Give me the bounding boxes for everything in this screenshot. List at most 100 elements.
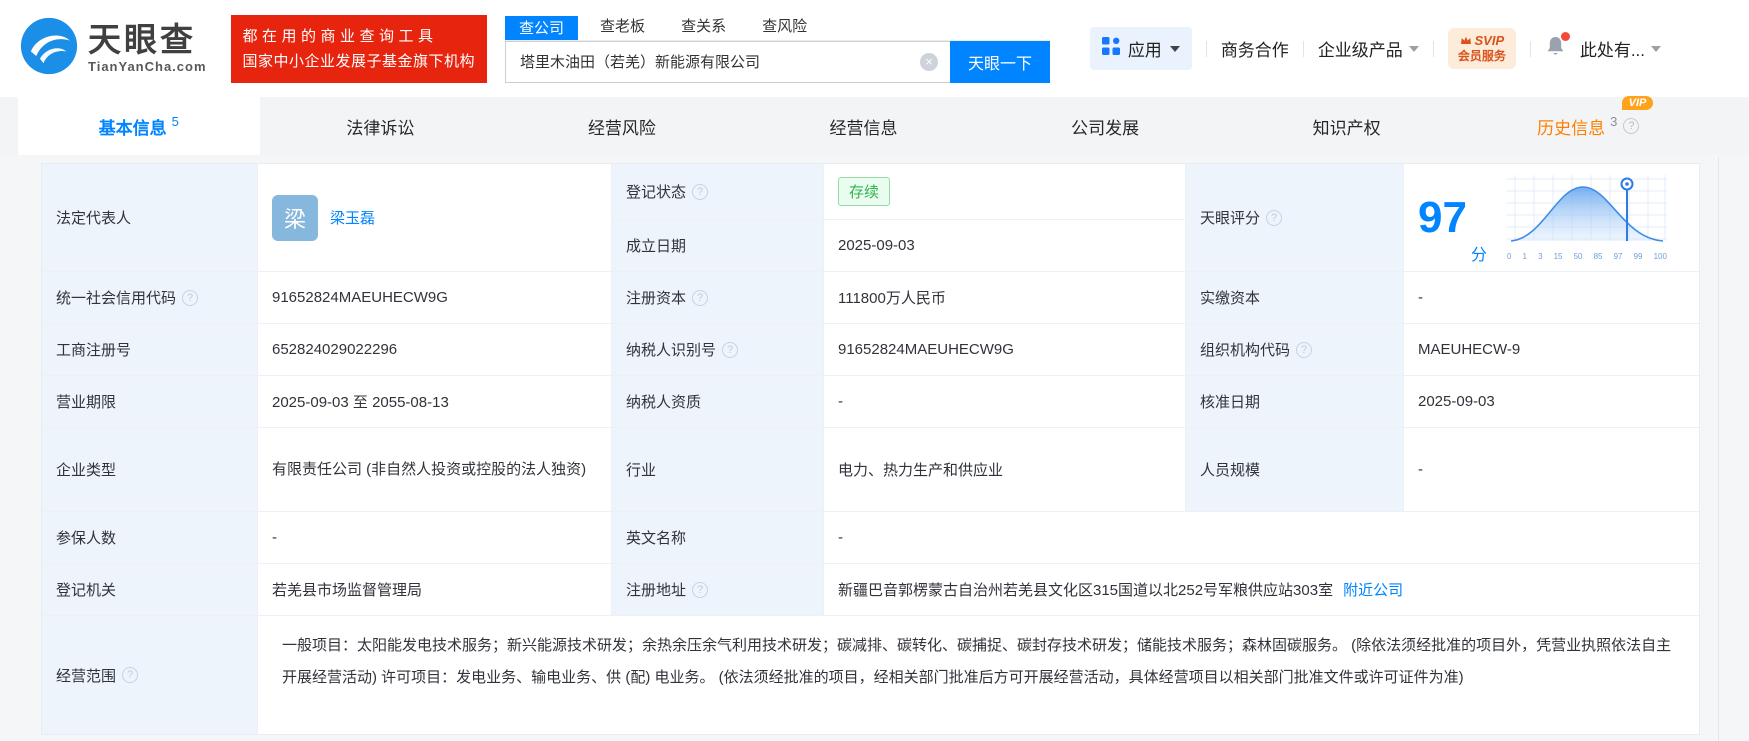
field-value-taxpayer-id: 91652824MAEUHECW9G xyxy=(824,324,1186,376)
divider xyxy=(1303,41,1304,57)
field-value-paid-capital: - xyxy=(1404,272,1699,324)
field-label-taxpayer-id: 纳税人识别号 xyxy=(612,324,824,376)
score-axis-labels: 01 315 5085 9799 100 xyxy=(1507,252,1667,261)
nav-biz-cooperation[interactable]: 商务合作 xyxy=(1221,36,1289,61)
status-badge: 存续 xyxy=(838,177,890,206)
score-number: 97 xyxy=(1418,196,1467,240)
brand-name: 天眼查 xyxy=(88,23,207,57)
tab-count: 5 xyxy=(172,114,179,129)
field-label-company-type: 企业类型 xyxy=(42,428,258,512)
field-value-business-term: 2025-09-03 至 2055-08-13 xyxy=(258,376,612,428)
score-distribution-chart: 01 315 5085 9799 100 xyxy=(1507,175,1667,261)
field-value-legal-rep: 梁 梁玉磊 xyxy=(258,164,612,272)
field-value-credit-code: 91652824MAEUHECW9G xyxy=(258,272,612,324)
field-label-reg-capital: 注册资本 xyxy=(612,272,824,324)
header-right-nav: 应用 商务合作 企业级产品 SVIP 会员服务 xyxy=(1090,27,1661,70)
score-unit: 分 xyxy=(1471,241,1487,265)
search-button[interactable]: 天眼一下 xyxy=(950,41,1050,83)
field-value-reg-capital: 111800万人民币 xyxy=(824,272,1186,324)
divider xyxy=(1433,41,1434,57)
field-value-staff-size: - xyxy=(1404,428,1699,512)
nearby-companies-link[interactable]: 附近公司 xyxy=(1343,579,1403,600)
field-value-industry: 电力、热力生产和供应业 xyxy=(824,428,1186,512)
field-label-industry: 行业 xyxy=(612,428,824,512)
field-label-business-term: 营业期限 xyxy=(42,376,258,428)
chevron-down-icon xyxy=(1409,46,1419,52)
brand-slogan-banner: 都在用的商业查询工具 国家中小企业发展子基金旗下机构 xyxy=(231,15,488,83)
field-value-reg-address: 新疆巴音郭楞蒙古自治州若羌县文化区315国道以北252号军粮供应站303室 附近… xyxy=(824,564,1699,616)
field-value-reg-authority: 若羌县市场监督管理局 xyxy=(258,564,612,616)
help-icon[interactable] xyxy=(1266,210,1282,226)
user-menu[interactable]: 此处有... xyxy=(1580,36,1661,61)
company-section-tabs: 基本信息 5 法律诉讼 经营风险 经营信息 公司发展 知识产权 VIP 历史信息… xyxy=(0,97,1749,155)
tab-history-info[interactable]: VIP 历史信息 3 xyxy=(1467,97,1709,155)
help-icon[interactable] xyxy=(1623,118,1639,134)
tab-legal-litigation[interactable]: 法律诉讼 xyxy=(260,97,502,155)
nav-enterprise-product[interactable]: 企业级产品 xyxy=(1318,36,1419,61)
field-label-org-code: 组织机构代码 xyxy=(1186,324,1404,376)
vip-tag: VIP xyxy=(1622,96,1654,110)
field-label-tyc-score: 天眼评分 xyxy=(1186,164,1404,272)
tab-operating-risk[interactable]: 经营风险 xyxy=(501,97,743,155)
slogan-line2: 国家中小企业发展子基金旗下机构 xyxy=(243,49,476,74)
field-label-english-name: 英文名称 xyxy=(612,512,824,564)
field-value-establish-date: 2025-09-03 xyxy=(824,220,1186,272)
help-icon[interactable] xyxy=(692,582,708,598)
field-label-reg-address: 注册地址 xyxy=(612,564,824,616)
apps-grid-icon xyxy=(1102,37,1120,60)
field-value-taxpayer-quality: - xyxy=(824,376,1186,428)
chevron-down-icon xyxy=(1651,46,1661,52)
slogan-line1: 都在用的商业查询工具 xyxy=(243,24,476,49)
divider xyxy=(1206,41,1207,57)
field-value-business-scope: 一般项目：太阳能发电技术服务；新兴能源技术研发；余热余压余气利用技术研发；碳减排… xyxy=(258,616,1699,734)
help-icon[interactable] xyxy=(1296,342,1312,358)
legal-rep-link[interactable]: 梁玉磊 xyxy=(330,207,375,228)
search-tab-relation[interactable]: 查关系 xyxy=(663,15,744,40)
help-icon[interactable] xyxy=(692,290,708,306)
search-tab-risk[interactable]: 查风险 xyxy=(744,15,825,40)
field-label-legal-rep: 法定代表人 xyxy=(42,164,258,272)
tianyancha-logo[interactable]: 天眼查 TianYanCha.com xyxy=(20,17,207,80)
search-tab-company[interactable]: 查公司 xyxy=(505,16,578,40)
field-label-approval-date: 核准日期 xyxy=(1186,376,1404,428)
field-value-tyc-score: 97 分 xyxy=(1404,164,1699,272)
field-label-reg-number: 工商注册号 xyxy=(42,324,258,376)
tab-basic-info[interactable]: 基本信息 5 xyxy=(18,97,260,155)
notification-dot xyxy=(1561,32,1570,41)
field-value-approval-date: 2025-09-03 xyxy=(1404,376,1699,428)
help-icon[interactable] xyxy=(182,290,198,306)
brand-domain: TianYanCha.com xyxy=(88,59,207,74)
field-value-company-type: 有限责任公司 (非自然人投资或控股的法人独资) xyxy=(258,428,612,512)
clear-input-icon[interactable] xyxy=(920,53,938,71)
tab-operating-info[interactable]: 经营信息 xyxy=(743,97,985,155)
apps-label: 应用 xyxy=(1128,36,1162,61)
divider xyxy=(1530,41,1531,57)
search-tab-boss[interactable]: 查老板 xyxy=(582,15,663,40)
tab-intellectual-property[interactable]: 知识产权 xyxy=(1226,97,1468,155)
field-label-staff-size: 人员规模 xyxy=(1186,428,1404,512)
logo-eye-icon xyxy=(20,17,78,80)
field-value-reg-status: 存续 xyxy=(824,164,1186,220)
help-icon[interactable] xyxy=(692,184,708,200)
search-area: 查公司 查老板 查关系 查风险 天眼一下 xyxy=(505,15,1050,83)
svip-member-badge[interactable]: SVIP 会员服务 xyxy=(1448,28,1516,69)
notification-bell-icon[interactable] xyxy=(1545,35,1566,62)
field-label-reg-status: 登记状态 xyxy=(612,164,824,220)
tab-company-development[interactable]: 公司发展 xyxy=(984,97,1226,155)
field-label-reg-authority: 登记机关 xyxy=(42,564,258,616)
help-icon[interactable] xyxy=(122,667,138,683)
field-label-insured-count: 参保人数 xyxy=(42,512,258,564)
avatar[interactable]: 梁 xyxy=(272,195,318,241)
field-value-reg-number: 652824029022296 xyxy=(258,324,612,376)
field-label-taxpayer-quality: 纳税人资质 xyxy=(612,376,824,428)
content-right-divider xyxy=(1718,157,1719,741)
field-value-org-code: MAEUHECW-9 xyxy=(1404,324,1699,376)
chevron-down-icon xyxy=(1170,46,1180,52)
field-label-business-scope: 经营范围 xyxy=(42,616,258,734)
apps-menu[interactable]: 应用 xyxy=(1090,27,1192,70)
field-label-establish-date: 成立日期 xyxy=(612,220,824,272)
search-input[interactable] xyxy=(505,41,950,83)
help-icon[interactable] xyxy=(722,342,738,358)
field-value-insured-count: - xyxy=(258,512,612,564)
crown-icon xyxy=(1460,33,1472,48)
